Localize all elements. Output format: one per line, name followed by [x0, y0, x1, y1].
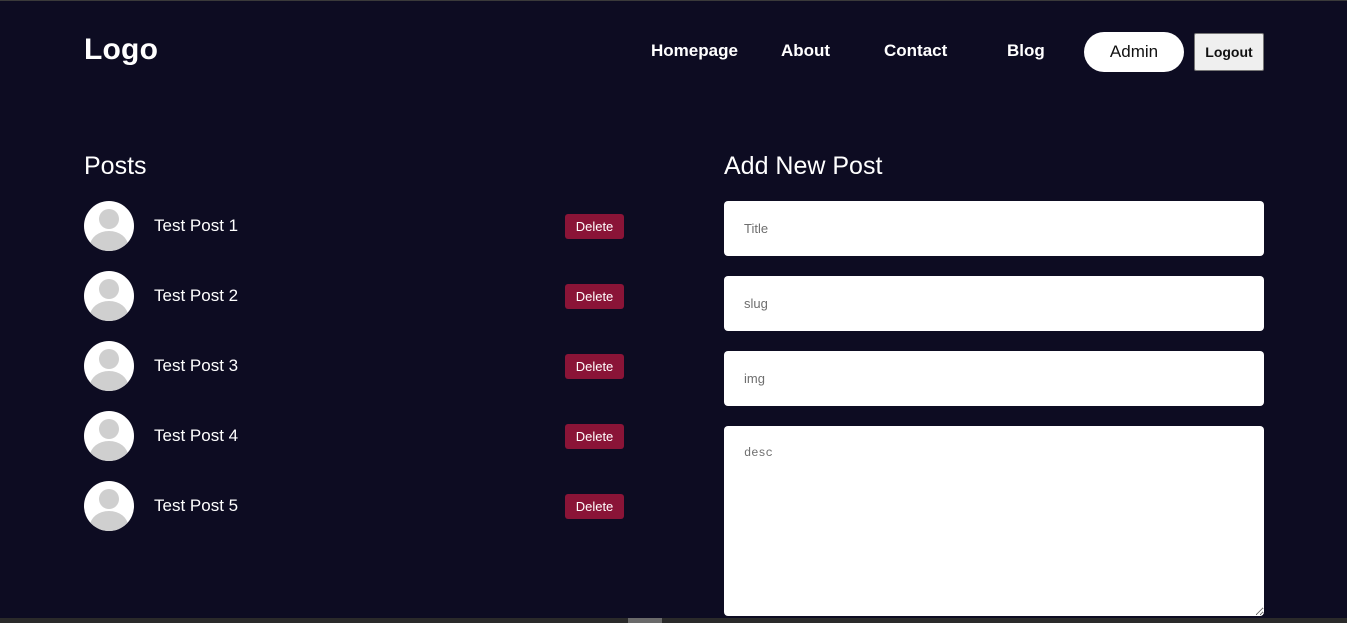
img-input[interactable]: [724, 351, 1264, 406]
posts-heading: Posts: [84, 152, 147, 180]
delete-button[interactable]: Delete: [565, 284, 624, 309]
nav-about-link[interactable]: About: [781, 41, 830, 61]
post-row: Test Post 2 Delete: [84, 271, 624, 321]
delete-button[interactable]: Delete: [565, 214, 624, 239]
avatar-head: [99, 349, 119, 369]
desc-textarea[interactable]: [724, 426, 1264, 616]
post-title: Test Post 1: [154, 216, 239, 235]
delete-button[interactable]: Delete: [565, 424, 624, 449]
post-title: Test Post 3: [154, 356, 239, 375]
avatar-body: [90, 441, 128, 461]
scrollbar-thumb[interactable]: [628, 618, 662, 623]
avatar-body: [90, 371, 128, 391]
slug-input[interactable]: [724, 276, 1264, 331]
post-row: Test Post 5 Delete: [84, 481, 624, 531]
post-row: Test Post 4 Delete: [84, 411, 624, 461]
logo[interactable]: Logo: [84, 33, 158, 67]
admin-button[interactable]: Admin: [1084, 32, 1184, 72]
post-title: Test Post 5: [154, 496, 239, 515]
delete-button[interactable]: Delete: [565, 354, 624, 379]
avatar-body: [90, 511, 128, 531]
user-avatar-icon: [84, 341, 134, 391]
user-avatar-icon: [84, 481, 134, 531]
avatar-body: [90, 301, 128, 321]
title-input[interactable]: [724, 201, 1264, 256]
post-title: Test Post 2: [154, 286, 239, 305]
nav-contact-link[interactable]: Contact: [884, 41, 947, 61]
nav-homepage-link[interactable]: Homepage: [651, 41, 738, 61]
horizontal-scrollbar[interactable]: [0, 618, 1347, 623]
user-avatar-icon: [84, 411, 134, 461]
post-row: Test Post 3 Delete: [84, 341, 624, 391]
post-row: Test Post 1 Delete: [84, 201, 624, 251]
delete-button[interactable]: Delete: [565, 494, 624, 519]
avatar-head: [99, 279, 119, 299]
post-title: Test Post 4: [154, 426, 239, 445]
avatar-head: [99, 419, 119, 439]
avatar-head: [99, 489, 119, 509]
user-avatar-icon: [84, 201, 134, 251]
avatar-head: [99, 209, 119, 229]
user-avatar-icon: [84, 271, 134, 321]
header: Logo Homepage About Contact Blog Admin L…: [84, 31, 1264, 73]
nav-blog-link[interactable]: Blog: [1007, 41, 1045, 61]
logout-button[interactable]: Logout: [1194, 33, 1264, 71]
avatar-body: [90, 231, 128, 251]
add-post-heading: Add New Post: [724, 152, 883, 180]
admin-page: Logo Homepage About Contact Blog Admin L…: [0, 0, 1347, 623]
